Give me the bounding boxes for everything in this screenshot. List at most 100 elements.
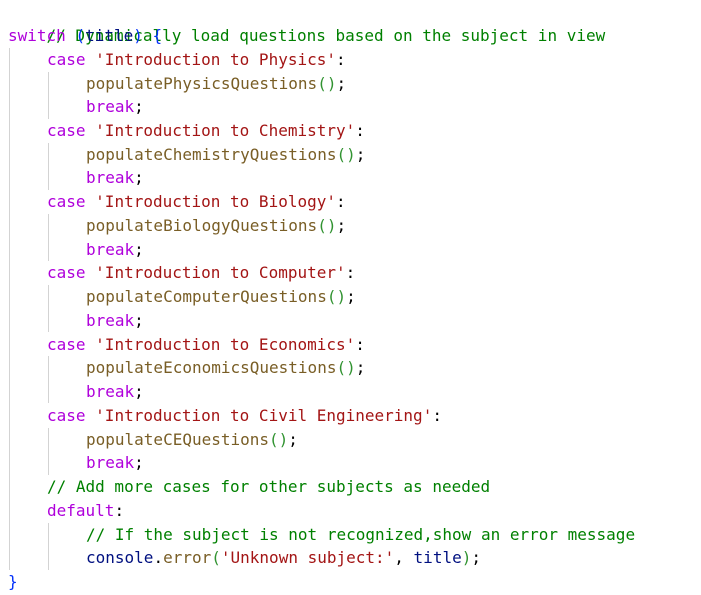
code-line: }	[8, 570, 18, 594]
code-line: case 'Introduction to Chemistry':	[47, 119, 365, 143]
break-keyword: break	[86, 453, 135, 472]
semicolon: ;	[134, 240, 144, 259]
paren: )	[461, 548, 472, 567]
code-line: case 'Introduction to Computer':	[47, 261, 355, 285]
case-keyword: case	[47, 192, 86, 211]
code-line: // If the subject is not recognized,show…	[86, 523, 635, 547]
semicolon: ;	[355, 145, 366, 164]
case-keyword: case	[47, 121, 86, 140]
code-line: populateEconomicsQuestions();	[86, 356, 365, 380]
semicolon: ;	[134, 453, 144, 472]
colon: :	[114, 501, 125, 520]
console-method: error	[163, 548, 212, 567]
colon: :	[336, 192, 346, 211]
dot: .	[153, 548, 164, 567]
function-call: populateChemistryQuestions	[86, 145, 337, 164]
code-line: populateCEQuestions();	[86, 428, 298, 452]
code-line: console.error('Unknown subject:', title)…	[86, 546, 481, 570]
case-label: 'Introduction to Physics'	[95, 50, 336, 69]
semicolon: ;	[288, 430, 298, 449]
brace: }	[8, 572, 18, 591]
paren: (	[75, 26, 86, 45]
function-call: populateEconomicsQuestions	[86, 358, 337, 377]
paren: ()	[317, 216, 337, 235]
case-keyword: case	[47, 50, 86, 69]
code-line: break;	[86, 166, 144, 190]
code-line: break;	[86, 309, 144, 333]
code-line: // Dynamically load questions based on t…	[8, 0, 606, 45]
default-keyword: default	[47, 501, 115, 520]
case-keyword: case	[47, 335, 86, 354]
indent-guide	[48, 72, 49, 119]
code-comment: // If the subject is not recognized,show…	[86, 525, 636, 544]
function-call: populateComputerQuestions	[86, 287, 327, 306]
break-keyword: break	[86, 168, 135, 187]
break-keyword: break	[86, 311, 135, 330]
indent-guide	[48, 428, 49, 475]
semicolon: ;	[134, 311, 144, 330]
case-label: 'Introduction to Biology'	[95, 192, 336, 211]
code-line: populateChemistryQuestions();	[86, 143, 365, 167]
paren: ()	[269, 430, 289, 449]
code-line: case 'Introduction to Civil Engineering'…	[47, 404, 442, 428]
function-call: populateBiologyQuestions	[86, 216, 318, 235]
case-label: 'Introduction to Chemistry'	[95, 121, 356, 140]
colon: :	[355, 121, 365, 140]
code-line: populateComputerQuestions();	[86, 285, 356, 309]
case-keyword: case	[47, 406, 86, 425]
code-line: populateBiologyQuestions();	[86, 214, 346, 238]
indent-guide	[48, 214, 49, 261]
semicolon: ;	[134, 97, 144, 116]
semicolon: ;	[471, 548, 481, 567]
semicolon: ;	[336, 74, 347, 93]
code-line: default:	[47, 499, 124, 523]
code-line: case 'Introduction to Biology':	[47, 190, 346, 214]
code-line: populatePhysicsQuestions();	[86, 72, 346, 96]
code-editor[interactable]: // Dynamically load questions based on t…	[0, 0, 701, 595]
code-line: break;	[86, 95, 144, 119]
colon: :	[355, 335, 365, 354]
paren: ()	[336, 358, 356, 377]
paren: )	[133, 26, 143, 45]
semicolon: ;	[134, 168, 144, 187]
code-line: // Add more cases for other subjects as …	[47, 475, 490, 499]
colon: :	[345, 263, 356, 282]
break-keyword: break	[86, 382, 135, 401]
case-keyword: case	[47, 263, 86, 282]
switch-argument: title	[85, 26, 134, 45]
brace: {	[152, 26, 163, 45]
code-line: switch (title) {	[8, 24, 162, 48]
indent-guide	[48, 143, 49, 190]
semicolon: ;	[336, 216, 347, 235]
break-keyword: break	[86, 240, 135, 259]
console-object: console	[86, 548, 154, 567]
code-line: break;	[86, 380, 144, 404]
paren: ()	[317, 74, 337, 93]
indent-guide	[9, 48, 10, 570]
code-line: case 'Introduction to Economics':	[47, 333, 365, 357]
case-label: 'Introduction to Civil Engineering'	[95, 406, 433, 425]
switch-keyword: switch	[8, 26, 66, 45]
semicolon: ;	[355, 358, 366, 377]
code-line: break;	[86, 238, 144, 262]
semicolon: ;	[134, 382, 144, 401]
function-call: populatePhysicsQuestions	[86, 74, 318, 93]
comma: ,	[394, 548, 414, 567]
paren: ()	[326, 287, 347, 306]
semicolon: ;	[346, 287, 356, 306]
code-comment: // Add more cases for other subjects as …	[47, 477, 491, 496]
error-string: 'Unknown subject:'	[220, 548, 395, 567]
error-argument: title	[413, 548, 462, 567]
indent-guide	[48, 356, 49, 403]
paren: ()	[336, 145, 356, 164]
case-label: 'Introduction to Economics'	[95, 335, 356, 354]
indent-guide	[48, 523, 49, 570]
paren: (	[211, 548, 221, 567]
colon: :	[432, 406, 442, 425]
code-line: case 'Introduction to Physics':	[47, 48, 346, 72]
function-call: populateCEQuestions	[86, 430, 270, 449]
indent-guide	[48, 285, 49, 332]
break-keyword: break	[86, 97, 135, 116]
code-line: break;	[86, 451, 144, 475]
colon: :	[336, 50, 346, 69]
